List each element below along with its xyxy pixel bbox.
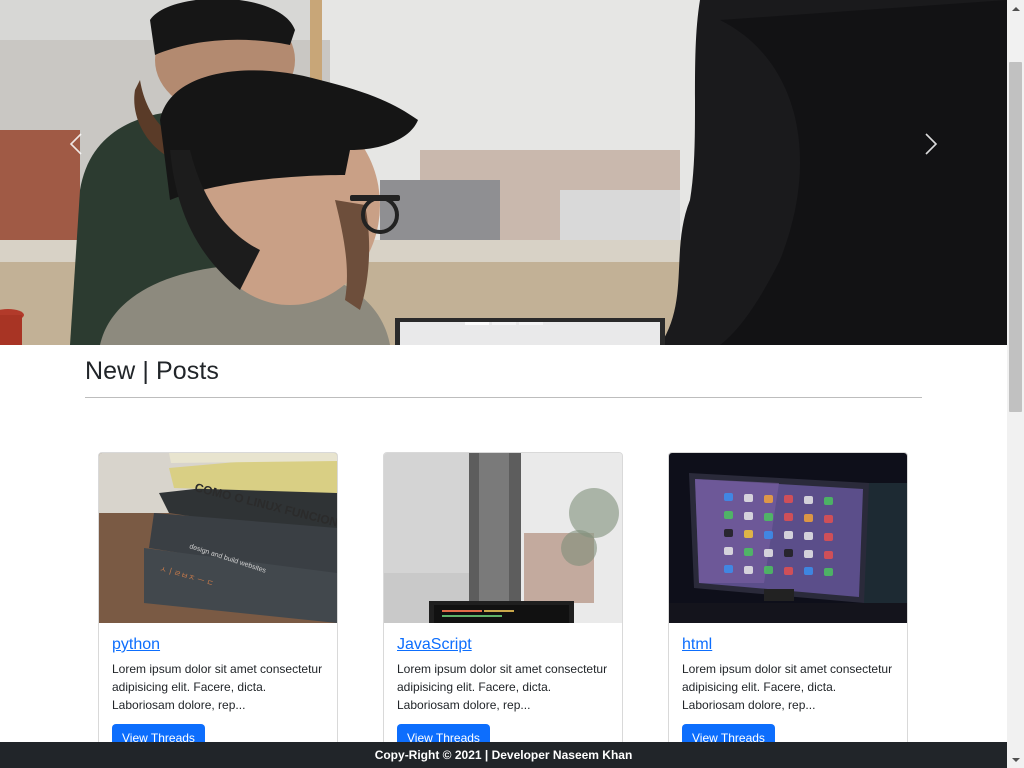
carousel-indicator-1[interactable] [465, 322, 489, 325]
card-title-link[interactable]: python [112, 636, 160, 654]
card-image-window-laptop [384, 453, 622, 623]
carousel-indicators [465, 322, 543, 325]
post-card-python: COMO O LINUX FUNCIONA design and build w… [98, 452, 338, 768]
section-divider [85, 397, 922, 398]
scrollbar-thumb[interactable] [1009, 62, 1022, 412]
page: New | Posts COMO O LINUX FUNCIONA design… [0, 0, 1007, 768]
chevron-right-icon [925, 133, 938, 155]
carousel-next-button[interactable] [911, 122, 951, 166]
scroll-up-arrow-icon[interactable] [1007, 0, 1024, 17]
carousel-indicator-2[interactable] [492, 322, 516, 325]
carousel-slide-image [0, 0, 1007, 345]
post-card-javascript: JavaScript Lorem ipsum dolor sit amet co… [383, 452, 623, 768]
section-title: New | Posts [85, 357, 220, 385]
chevron-left-icon [69, 133, 82, 155]
footer-copyright: Copy-Right © 2021 | Developer Naseem Kha… [374, 748, 633, 762]
carousel-indicator-3[interactable] [519, 322, 543, 325]
card-image-monitor [669, 453, 907, 623]
card-title-link[interactable]: html [682, 636, 712, 654]
hero-carousel [0, 0, 1007, 345]
card-description: Lorem ipsum dolor sit amet consectetur a… [682, 662, 893, 712]
scroll-down-arrow-icon[interactable] [1007, 751, 1024, 768]
card-image-books: COMO O LINUX FUNCIONA design and build w… [99, 453, 337, 623]
vertical-scrollbar[interactable] [1007, 0, 1024, 768]
card-title-link[interactable]: JavaScript [397, 636, 472, 654]
carousel-prev-button[interactable] [56, 122, 96, 166]
card-description: Lorem ipsum dolor sit amet consectetur a… [112, 662, 323, 712]
card-description: Lorem ipsum dolor sit amet consectetur a… [397, 662, 608, 712]
footer: Copy-Right © 2021 | Developer Naseem Kha… [0, 742, 1007, 768]
post-card-html: html Lorem ipsum dolor sit amet consecte… [668, 452, 908, 768]
